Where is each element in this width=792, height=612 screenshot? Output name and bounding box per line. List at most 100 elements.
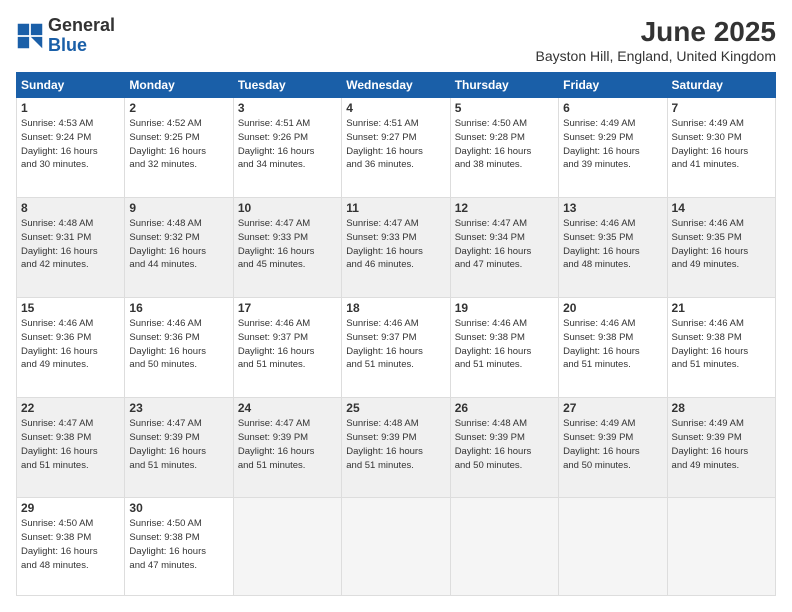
col-monday: Monday [125, 73, 233, 98]
calendar-header-row: Sunday Monday Tuesday Wednesday Thursday… [17, 73, 776, 98]
calendar-cell: 20 Sunrise: 4:46 AM Sunset: 9:38 PM Dayli… [559, 298, 667, 398]
calendar-cell: 27Sunrise: 4:49 AM Sunset: 9:39 PM Dayli… [559, 398, 667, 498]
day-info: Sunrise: 4:46 AM Sunset: 9:38 PM Dayligh… [672, 317, 771, 372]
month-title: June 2025 [536, 16, 776, 48]
calendar-cell: 8 Sunrise: 4:48 AM Sunset: 9:31 PM Daylig… [17, 198, 125, 298]
day-number: 20 [563, 301, 662, 315]
calendar-cell: 30Sunrise: 4:50 AM Sunset: 9:38 PM Dayli… [125, 498, 233, 596]
day-number: 8 [21, 201, 120, 215]
day-info: Sunrise: 4:50 AM Sunset: 9:28 PM Dayligh… [455, 117, 554, 172]
day-number: 18 [346, 301, 445, 315]
calendar-cell [342, 498, 450, 596]
day-info: Sunrise: 4:47 AM Sunset: 9:39 PM Dayligh… [238, 417, 337, 472]
col-sunday: Sunday [17, 73, 125, 98]
day-info: Sunrise: 4:46 AM Sunset: 9:37 PM Dayligh… [238, 317, 337, 372]
calendar-cell: 12 Sunrise: 4:47 AM Sunset: 9:34 PM Dayli… [450, 198, 558, 298]
calendar-cell: 24 Sunrise: 4:47 AM Sunset: 9:39 PM Dayli… [233, 398, 341, 498]
day-number: 16 [129, 301, 228, 315]
calendar-table: Sunday Monday Tuesday Wednesday Thursday… [16, 72, 776, 596]
calendar-cell: 7 Sunrise: 4:49 AM Sunset: 9:30 PM Daylig… [667, 98, 775, 198]
day-number: 26 [455, 401, 554, 415]
day-info: Sunrise: 4:49 AM Sunset: 9:39 PM Dayligh… [672, 417, 771, 472]
day-number: 7 [672, 101, 771, 115]
title-block: June 2025 Bayston Hill, England, United … [536, 16, 776, 64]
location: Bayston Hill, England, United Kingdom [536, 48, 776, 64]
day-info: Sunrise: 4:46 AM Sunset: 9:37 PM Dayligh… [346, 317, 445, 372]
day-number: 22 [21, 401, 120, 415]
calendar-row-5: 29Sunrise: 4:50 AM Sunset: 9:38 PM Dayli… [17, 498, 776, 596]
col-wednesday: Wednesday [342, 73, 450, 98]
calendar-row-2: 8 Sunrise: 4:48 AM Sunset: 9:31 PM Daylig… [17, 198, 776, 298]
day-number: 3 [238, 101, 337, 115]
calendar-cell [450, 498, 558, 596]
logo-text: General Blue [48, 16, 115, 56]
day-info: Sunrise: 4:53 AM Sunset: 9:24 PM Dayligh… [21, 117, 120, 172]
calendar-cell: 21 Sunrise: 4:46 AM Sunset: 9:38 PM Dayli… [667, 298, 775, 398]
day-info: Sunrise: 4:46 AM Sunset: 9:36 PM Dayligh… [129, 317, 228, 372]
day-info: Sunrise: 4:48 AM Sunset: 9:39 PM Dayligh… [346, 417, 445, 472]
day-number: 24 [238, 401, 337, 415]
day-info: Sunrise: 4:47 AM Sunset: 9:33 PM Dayligh… [346, 217, 445, 272]
calendar-cell: 2 Sunrise: 4:52 AM Sunset: 9:25 PM Daylig… [125, 98, 233, 198]
day-number: 25 [346, 401, 445, 415]
day-info: Sunrise: 4:46 AM Sunset: 9:36 PM Dayligh… [21, 317, 120, 372]
calendar-cell: 1 Sunrise: 4:53 AM Sunset: 9:24 PM Daylig… [17, 98, 125, 198]
day-number: 19 [455, 301, 554, 315]
day-info: Sunrise: 4:47 AM Sunset: 9:33 PM Dayligh… [238, 217, 337, 272]
calendar-cell: 10Sunrise: 4:47 AM Sunset: 9:33 PM Dayli… [233, 198, 341, 298]
calendar-cell: 9Sunrise: 4:48 AM Sunset: 9:32 PM Daylig… [125, 198, 233, 298]
day-number: 5 [455, 101, 554, 115]
calendar-cell: 4 Sunrise: 4:51 AM Sunset: 9:27 PM Daylig… [342, 98, 450, 198]
day-info: Sunrise: 4:48 AM Sunset: 9:32 PM Dayligh… [129, 217, 228, 272]
day-info: Sunrise: 4:47 AM Sunset: 9:39 PM Dayligh… [129, 417, 228, 472]
day-number: 23 [129, 401, 228, 415]
logo-blue-text: Blue [48, 36, 115, 56]
day-number: 4 [346, 101, 445, 115]
day-info: Sunrise: 4:51 AM Sunset: 9:27 PM Dayligh… [346, 117, 445, 172]
day-number: 14 [672, 201, 771, 215]
col-friday: Friday [559, 73, 667, 98]
day-info: Sunrise: 4:46 AM Sunset: 9:38 PM Dayligh… [563, 317, 662, 372]
calendar-cell: 14Sunrise: 4:46 AM Sunset: 9:35 PM Dayli… [667, 198, 775, 298]
calendar-cell: 18 Sunrise: 4:46 AM Sunset: 9:37 PM Dayli… [342, 298, 450, 398]
calendar-cell: 26Sunrise: 4:48 AM Sunset: 9:39 PM Dayli… [450, 398, 558, 498]
day-number: 2 [129, 101, 228, 115]
day-info: Sunrise: 4:52 AM Sunset: 9:25 PM Dayligh… [129, 117, 228, 172]
day-info: Sunrise: 4:46 AM Sunset: 9:35 PM Dayligh… [563, 217, 662, 272]
calendar-cell [667, 498, 775, 596]
calendar-cell: 11 Sunrise: 4:47 AM Sunset: 9:33 PM Dayli… [342, 198, 450, 298]
calendar-cell: 22 Sunrise: 4:47 AM Sunset: 9:38 PM Dayli… [17, 398, 125, 498]
calendar-cell: 17 Sunrise: 4:46 AM Sunset: 9:37 PM Dayli… [233, 298, 341, 398]
day-number: 15 [21, 301, 120, 315]
day-info: Sunrise: 4:48 AM Sunset: 9:31 PM Dayligh… [21, 217, 120, 272]
calendar-cell: 16 Sunrise: 4:46 AM Sunset: 9:36 PM Dayli… [125, 298, 233, 398]
day-number: 30 [129, 501, 228, 515]
day-number: 11 [346, 201, 445, 215]
day-info: Sunrise: 4:49 AM Sunset: 9:39 PM Dayligh… [563, 417, 662, 472]
day-number: 28 [672, 401, 771, 415]
calendar-cell [233, 498, 341, 596]
page: General Blue June 2025 Bayston Hill, Eng… [0, 0, 792, 612]
day-info: Sunrise: 4:49 AM Sunset: 9:30 PM Dayligh… [672, 117, 771, 172]
calendar-cell: 19Sunrise: 4:46 AM Sunset: 9:38 PM Dayli… [450, 298, 558, 398]
day-info: Sunrise: 4:51 AM Sunset: 9:26 PM Dayligh… [238, 117, 337, 172]
logo: General Blue [16, 16, 115, 56]
day-number: 17 [238, 301, 337, 315]
calendar-cell: 6Sunrise: 4:49 AM Sunset: 9:29 PM Daylig… [559, 98, 667, 198]
logo-general-text: General [48, 16, 115, 36]
day-info: Sunrise: 4:47 AM Sunset: 9:38 PM Dayligh… [21, 417, 120, 472]
day-number: 29 [21, 501, 120, 515]
col-saturday: Saturday [667, 73, 775, 98]
day-number: 12 [455, 201, 554, 215]
day-number: 13 [563, 201, 662, 215]
calendar-cell: 15 Sunrise: 4:46 AM Sunset: 9:36 PM Dayli… [17, 298, 125, 398]
day-number: 21 [672, 301, 771, 315]
calendar-cell: 28 Sunrise: 4:49 AM Sunset: 9:39 PM Dayli… [667, 398, 775, 498]
day-info: Sunrise: 4:49 AM Sunset: 9:29 PM Dayligh… [563, 117, 662, 172]
calendar-cell: 29Sunrise: 4:50 AM Sunset: 9:38 PM Dayli… [17, 498, 125, 596]
calendar-cell: 25 Sunrise: 4:48 AM Sunset: 9:39 PM Dayli… [342, 398, 450, 498]
col-tuesday: Tuesday [233, 73, 341, 98]
calendar-row-4: 22 Sunrise: 4:47 AM Sunset: 9:38 PM Dayli… [17, 398, 776, 498]
day-info: Sunrise: 4:47 AM Sunset: 9:34 PM Dayligh… [455, 217, 554, 272]
day-number: 1 [21, 101, 120, 115]
